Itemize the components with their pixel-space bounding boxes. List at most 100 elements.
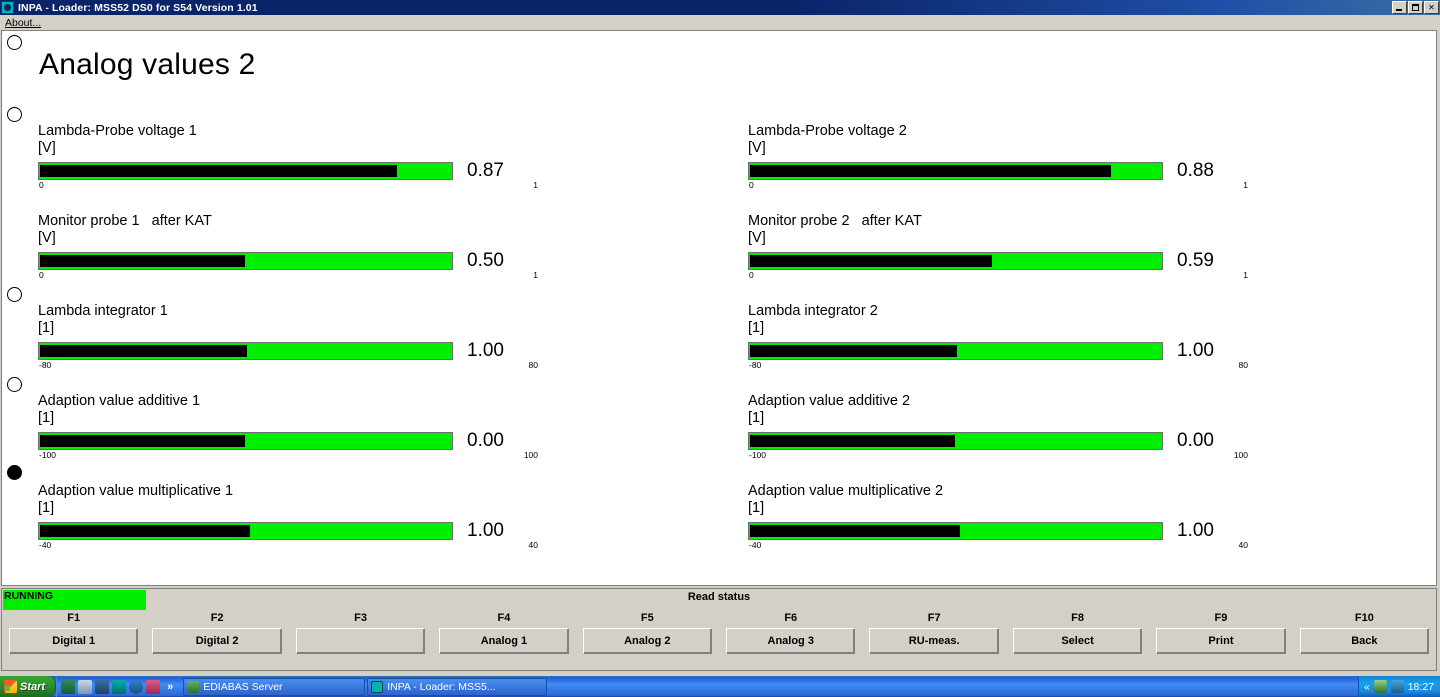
gauge-bar bbox=[748, 342, 1163, 360]
gauge-monitor-probe-2-after-kat: Monitor probe 2 after KAT [V] 0 1 0.59 bbox=[748, 213, 1248, 280]
gauge-bar bbox=[38, 162, 453, 180]
tray-expand-chevron-icon[interactable]: « bbox=[1364, 681, 1370, 693]
page-dot-2[interactable] bbox=[7, 107, 22, 122]
gauge-scale-min: 0 bbox=[39, 180, 44, 190]
gauge-bar-fill bbox=[750, 435, 955, 447]
desktop-icon[interactable] bbox=[78, 679, 93, 694]
gauge-label: Monitor probe 1 after KAT bbox=[38, 213, 212, 229]
gauge-unit: [1] bbox=[38, 500, 55, 516]
gauge-bar bbox=[38, 252, 453, 270]
gauge-scale-min: -100 bbox=[749, 450, 767, 460]
gauge-scale-min: -40 bbox=[39, 540, 52, 550]
inpa-application-window: INPA - Loader: MSS52 DS0 for S54 Version… bbox=[0, 0, 1440, 676]
gauge-scale-min: 0 bbox=[749, 270, 754, 280]
page-dot-3[interactable] bbox=[7, 287, 22, 302]
menu-item-about[interactable]: About... bbox=[0, 16, 45, 30]
gauge-bar-fill bbox=[40, 255, 245, 267]
gauge-value: 0.59 bbox=[1177, 250, 1214, 271]
gauge-unit: [V] bbox=[748, 230, 766, 246]
page-dot-4[interactable] bbox=[7, 377, 22, 392]
status-panel: RUNNING Read status F1 Digital 1 F2 Digi… bbox=[1, 588, 1437, 671]
gauge-label: Lambda-Probe voltage 2 bbox=[748, 123, 907, 139]
gauge-unit: [V] bbox=[38, 140, 56, 156]
gauge-adaption-value-multiplicative-1: Adaption value multiplicative 1 [1] -40 … bbox=[38, 483, 538, 550]
gauge-label: Adaption value additive 1 bbox=[38, 393, 201, 409]
gauge-bar-fill bbox=[750, 345, 957, 357]
function-key-button[interactable]: Digital 1 bbox=[9, 628, 139, 654]
function-key-f1: F1 Digital 1 bbox=[2, 611, 145, 654]
function-key-button[interactable]: Digital 2 bbox=[152, 628, 282, 654]
quick-launch-overflow-chevron-icon[interactable]: » bbox=[163, 681, 177, 693]
page-dot-1[interactable] bbox=[7, 35, 22, 50]
function-key-label: F9 bbox=[1214, 612, 1228, 624]
gauge-label: Adaption value multiplicative 2 bbox=[748, 483, 944, 499]
gauge-scale-min: 0 bbox=[39, 270, 44, 280]
vm-tools-icon[interactable] bbox=[1390, 680, 1404, 693]
network-status-icon[interactable] bbox=[1373, 680, 1387, 693]
function-key-button[interactable]: Analog 2 bbox=[582, 628, 713, 654]
gauge-value: 1.00 bbox=[467, 520, 504, 541]
function-key-label: F4 bbox=[497, 612, 511, 624]
inpa-globe-icon[interactable] bbox=[112, 679, 127, 694]
network-icon[interactable] bbox=[95, 679, 110, 694]
gauge-lambda-probe-voltage-1: Lambda-Probe voltage 1 [V] 0 1 0.87 bbox=[38, 123, 538, 190]
function-key-bar: F1 Digital 1 F2 Digital 2 F3 F4 Analog 1… bbox=[2, 611, 1436, 654]
gauge-unit: [V] bbox=[748, 140, 766, 156]
gauge-scale-min: -80 bbox=[749, 360, 762, 370]
gauge-monitor-probe-1-after-kat: Monitor probe 1 after KAT [V] 0 1 0.50 bbox=[38, 213, 538, 280]
gauge-bar-fill bbox=[40, 345, 247, 357]
gauge-bar-fill bbox=[40, 435, 245, 447]
menu-bar: About... bbox=[0, 15, 1440, 30]
internet-explorer-icon[interactable] bbox=[129, 679, 144, 694]
gauge-unit: [1] bbox=[748, 410, 765, 426]
function-key-f9: F9 Print bbox=[1149, 611, 1292, 654]
toolbox-icon[interactable] bbox=[146, 679, 161, 694]
function-key-f5: F5 Analog 2 bbox=[576, 611, 719, 654]
function-key-button[interactable]: Select bbox=[1012, 628, 1143, 654]
function-key-label: F2 bbox=[210, 612, 224, 624]
gauge-label: Adaption value additive 2 bbox=[748, 393, 911, 409]
function-key-label: F6 bbox=[784, 612, 798, 624]
quick-launch-bar: » bbox=[56, 676, 181, 697]
system-tray: « 18:27 bbox=[1357, 676, 1440, 697]
ediabas-icon bbox=[187, 680, 200, 693]
gauge-adaption-value-additive-2: Adaption value additive 2 [1] -100 100 0… bbox=[748, 393, 1248, 460]
gauge-bar bbox=[38, 432, 453, 450]
gauge-value: 0.00 bbox=[467, 430, 504, 451]
gauge-unit: [V] bbox=[38, 230, 56, 246]
maximize-button[interactable] bbox=[1408, 1, 1423, 14]
function-key-button[interactable]: Print bbox=[1156, 628, 1286, 654]
menu-item-about-label: About... bbox=[5, 16, 42, 29]
gauge-value: 0.87 bbox=[467, 160, 504, 181]
mail-icon[interactable] bbox=[61, 679, 76, 694]
function-key-label: F10 bbox=[1354, 612, 1374, 624]
gauge-label: Monitor probe 2 after KAT bbox=[748, 213, 922, 229]
task-button-label: INPA - Loader: MSS5... bbox=[387, 680, 496, 693]
start-button[interactable]: Start bbox=[0, 676, 57, 697]
task-button-label: EDIABAS Server bbox=[203, 680, 283, 693]
task-button-ediabas-server[interactable]: EDIABAS Server bbox=[183, 677, 366, 696]
function-key-f4: F4 Analog 1 bbox=[432, 611, 575, 654]
function-key-button[interactable]: Back bbox=[1299, 628, 1430, 654]
function-key-button[interactable]: Analog 3 bbox=[726, 628, 856, 654]
function-key-f2: F2 Digital 2 bbox=[145, 611, 288, 654]
windows-flag-icon bbox=[4, 680, 17, 693]
task-button-inpa-loader[interactable]: INPA - Loader: MSS5... bbox=[367, 677, 548, 696]
function-key-label: F3 bbox=[354, 612, 367, 624]
gauge-bar bbox=[748, 432, 1163, 450]
gauge-unit: [1] bbox=[38, 320, 55, 336]
clock[interactable]: 18:27 bbox=[1408, 681, 1434, 693]
function-key-button[interactable]: Analog 1 bbox=[439, 628, 569, 654]
gauge-label: Lambda integrator 1 bbox=[38, 303, 168, 319]
start-button-label: Start bbox=[20, 680, 46, 693]
minimize-button[interactable] bbox=[1392, 1, 1407, 14]
window-title: INPA - Loader: MSS52 DS0 for S54 Version… bbox=[18, 1, 258, 14]
gauge-value: 0.88 bbox=[1177, 160, 1214, 181]
function-key-f8: F8 Select bbox=[1006, 611, 1149, 654]
inpa-globe-icon bbox=[1, 1, 14, 14]
function-key-button[interactable] bbox=[295, 628, 426, 654]
gauge-bar bbox=[38, 342, 453, 360]
close-button[interactable]: ✕ bbox=[1424, 1, 1439, 14]
function-key-button[interactable]: RU-meas. bbox=[869, 628, 999, 654]
page-dot-5[interactable] bbox=[7, 465, 22, 480]
